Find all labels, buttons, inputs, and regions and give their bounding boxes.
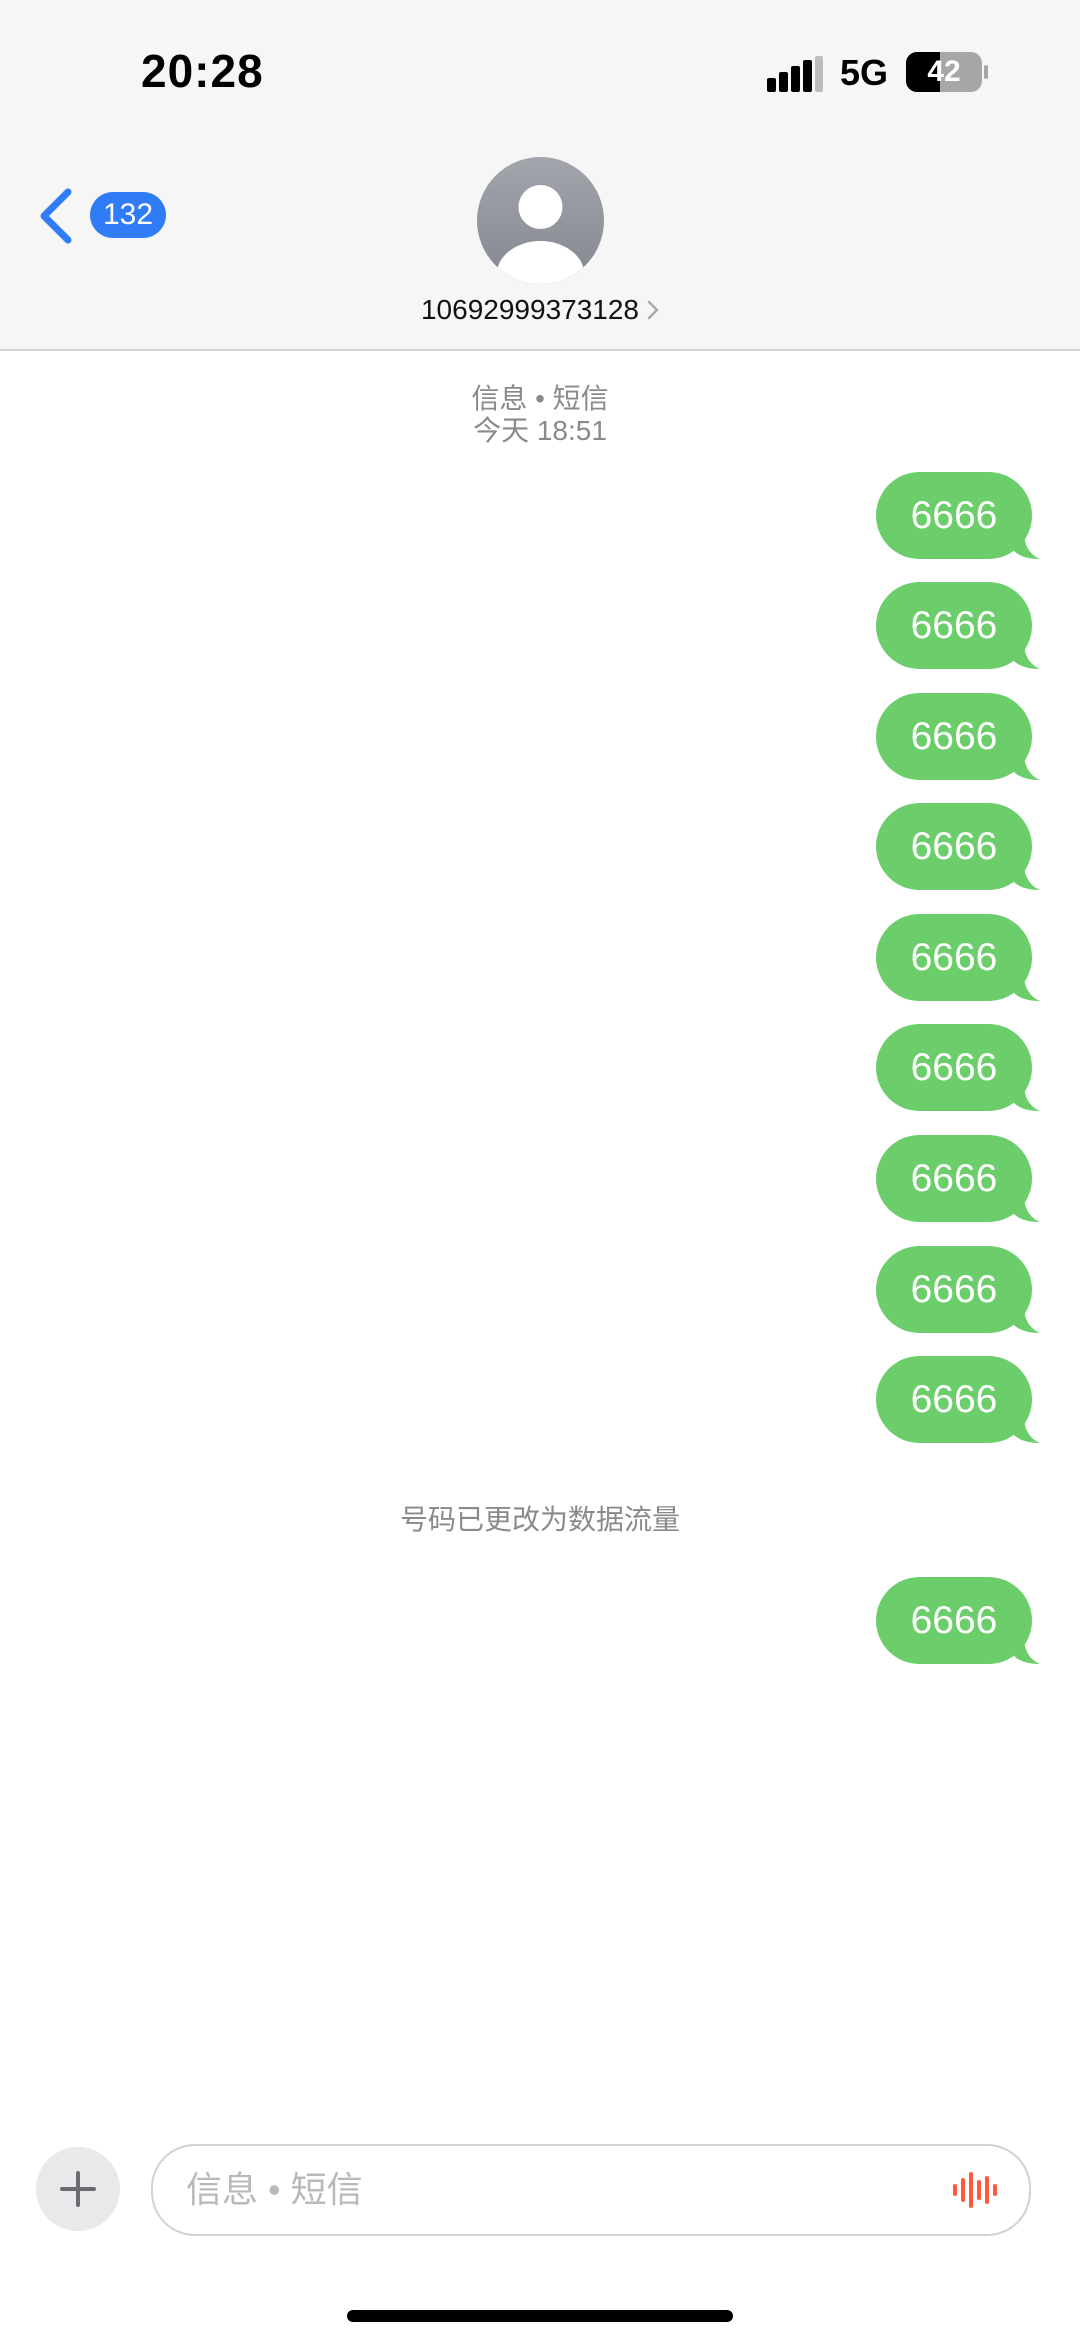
bubble-tail <box>1014 1085 1040 1111</box>
sent-message-bubble[interactable]: 6666 <box>876 1024 1040 1111</box>
sent-message-bubble[interactable]: 6666 <box>876 1356 1040 1443</box>
message-text: 6666 <box>910 715 998 758</box>
bubble-tail <box>1014 1417 1040 1443</box>
sent-message-bubble[interactable]: 6666 <box>876 1135 1040 1222</box>
sent-message-bubble[interactable]: 6666 <box>876 914 1040 1001</box>
bubble-tail <box>1014 754 1040 780</box>
back-unread-badge[interactable]: 132 <box>90 192 166 238</box>
bubble-tail <box>1014 533 1040 559</box>
status-time: 20:28 <box>141 45 264 97</box>
plus-icon <box>60 2171 96 2207</box>
back-chevron-icon[interactable] <box>36 186 76 246</box>
message-text: 6666 <box>910 1157 998 1200</box>
message-text: 6666 <box>910 825 998 868</box>
service-label: 信息 • 短信 <box>471 383 609 414</box>
sent-message-bubble[interactable]: 6666 <box>876 472 1040 559</box>
contact-number[interactable]: 10692999373128 <box>421 294 639 326</box>
bubble-tail <box>1014 1307 1040 1333</box>
battery-level: 42 <box>927 55 961 88</box>
add-attachment-button[interactable] <box>36 2147 120 2231</box>
sent-message-bubble[interactable]: 6666 <box>876 582 1040 669</box>
sent-message-bubble[interactable]: 6666 <box>876 1577 1040 1664</box>
bubble-tail <box>1014 975 1040 1001</box>
message-text: 6666 <box>910 604 998 647</box>
message-text: 6666 <box>910 1268 998 1311</box>
voice-input-icon[interactable] <box>951 2170 999 2210</box>
bubble-tail <box>1014 643 1040 669</box>
network-type: 5G <box>840 52 889 93</box>
sent-message-bubble[interactable]: 6666 <box>876 1246 1040 1333</box>
conversation-timestamp: 今天 18:51 <box>473 415 607 446</box>
bubble-tail <box>1014 1196 1040 1222</box>
contact-avatar-icon[interactable] <box>477 157 604 284</box>
home-indicator <box>347 2310 733 2322</box>
bubble-tail <box>1014 1638 1040 1664</box>
chevron-right-icon <box>647 300 659 320</box>
sent-message-bubble[interactable]: 6666 <box>876 803 1040 890</box>
message-text: 6666 <box>910 936 998 979</box>
message-text: 6666 <box>910 494 998 537</box>
navigation-header: 20:28 5G 42 132 10692999373128 <box>0 0 1080 351</box>
bubble-tail <box>1014 864 1040 890</box>
message-text: 6666 <box>910 1046 998 1089</box>
message-input[interactable]: 信息 • 短信 <box>151 2144 1031 2236</box>
sent-message-bubble[interactable]: 6666 <box>876 693 1040 780</box>
cellular-signal-icon <box>767 56 823 92</box>
message-input-placeholder: 信息 • 短信 <box>186 2169 363 2210</box>
message-text: 6666 <box>910 1378 998 1421</box>
contact-name[interactable]: 10692999373128 <box>0 294 1080 326</box>
number-change-notice: 号码已更改为数据流量 <box>399 1504 680 1535</box>
message-text: 6666 <box>910 1599 998 1642</box>
